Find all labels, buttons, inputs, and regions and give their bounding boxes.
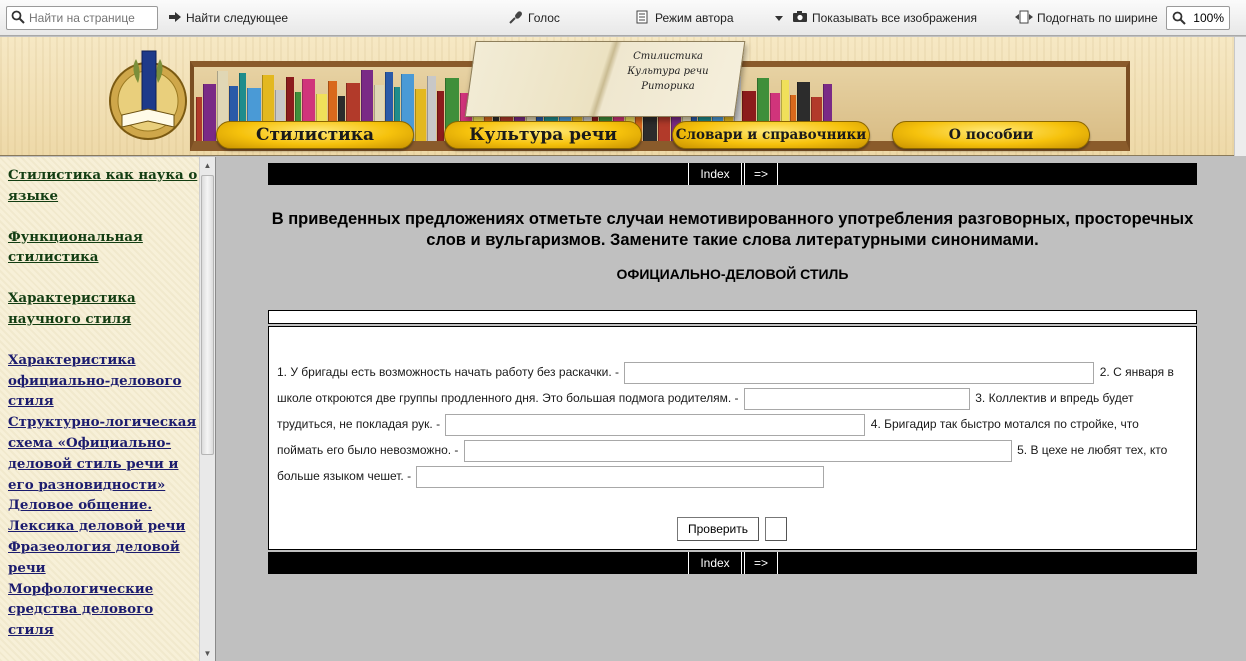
answer-input-2[interactable] [743, 387, 970, 410]
index-link-top[interactable]: Index [688, 163, 742, 185]
arrow-right-icon [168, 11, 182, 26]
scroll-up-arrow-icon[interactable]: ▲ [200, 157, 215, 173]
bottom-navbar: Index => [268, 552, 1197, 574]
book-line-1: Стилистика [633, 51, 703, 62]
nav-stylistics-button[interactable]: Стилистика [216, 121, 414, 149]
book-spine [196, 97, 202, 141]
book-spine [427, 76, 436, 141]
feedback-box [268, 310, 1197, 324]
open-book-caption: Стилистика Культура речи Риторика [608, 49, 728, 94]
exercise-text: 1. У бригады есть возможность начать раб… [277, 359, 1187, 489]
sentence-1: 1. У бригады есть возможность начать раб… [277, 365, 620, 379]
find-next-label: Найти следующее [186, 11, 289, 25]
check-button[interactable]: Проверить [677, 517, 760, 541]
sidebar-item-morphology[interactable]: Морфологические средства делового стиля [8, 579, 198, 641]
show-images-button[interactable]: Показывать все изображения [792, 0, 977, 36]
zoom-icon [1172, 11, 1186, 28]
book-spine [203, 84, 216, 141]
sidebar-item-scientific-style[interactable]: Характеристика научного стиля [8, 288, 198, 330]
nav-about-label: О пособии [948, 127, 1034, 143]
chevron-down-icon [775, 11, 783, 25]
browser-toolbar: Найти следующее Голос Режим автора Показ… [0, 0, 1246, 36]
book-spine [437, 91, 444, 141]
nav-stylistics-label: Стилистика [255, 125, 375, 145]
fit-width-label: Подогнать по ширине [1037, 11, 1158, 25]
answer-input-1[interactable] [624, 361, 1095, 384]
next-link-bottom[interactable]: => [744, 552, 778, 574]
banner-scrollbar[interactable] [1234, 37, 1246, 156]
document-icon [636, 10, 648, 27]
camera-icon [792, 10, 808, 26]
book-line-2: Культура речи [627, 66, 709, 77]
sidebar-item-official-style[interactable]: Характеристика официально-делового стиля [8, 350, 198, 412]
find-on-page-box[interactable] [6, 6, 158, 30]
fit-width-button[interactable]: Подогнать по ширине [1015, 0, 1158, 36]
zoom-control[interactable]: 100% [1166, 6, 1230, 30]
main-content: Index => В приведенных предложениях отме… [217, 157, 1246, 661]
sidebar-item-stylistics-science[interactable]: Стилистика как наука о языке [8, 165, 198, 207]
voice-button[interactable]: Голос [508, 0, 560, 36]
show-images-label: Показывать все изображения [812, 11, 977, 25]
nav-dictionaries-label: Словари и справочники [675, 127, 867, 143]
exercise-heading: В приведенных предложениях отметьте случ… [271, 210, 1194, 249]
nav-speech-culture-button[interactable]: Культура речи [444, 121, 642, 149]
sidebar-item-business-phraseology[interactable]: Фразеология деловой речи [8, 537, 198, 579]
book-line-3: Риторика [641, 81, 695, 92]
style-subheading: ОФИЦИАЛЬНО-ДЕЛОВОЙ СТИЛЬ [616, 266, 849, 282]
sidebar-scrollbar[interactable]: ▲ ▼ [199, 157, 215, 661]
nav-about-button[interactable]: О пособии [892, 121, 1090, 149]
answer-input-3[interactable] [445, 413, 866, 436]
exercise-box: 1. У бригады есть возможность начать раб… [268, 326, 1197, 550]
find-next-button[interactable]: Найти следующее [168, 0, 288, 36]
sidebar-item-business-communication[interactable]: Деловое общение. [8, 495, 198, 516]
secondary-button[interactable] [765, 517, 788, 541]
find-on-page-input[interactable] [25, 11, 145, 25]
top-navbar: Index => [268, 163, 1197, 185]
index-link-bottom[interactable]: Index [688, 552, 742, 574]
button-row: Проверить [677, 517, 788, 541]
nav-dictionaries-button[interactable]: Словари и справочники [672, 121, 870, 149]
scroll-down-arrow-icon[interactable]: ▼ [200, 645, 215, 661]
author-mode-button[interactable]: Режим автора [636, 0, 734, 36]
microphone-icon [508, 10, 524, 27]
sidebar-item-logic-scheme[interactable]: Структурно-логическая схема «Официально-… [8, 412, 198, 495]
voice-label: Голос [528, 11, 560, 25]
answer-input-5[interactable] [416, 465, 825, 488]
sidebar-item-functional-stylistics[interactable]: Функциональная стилистика [8, 227, 198, 269]
nav-speech-culture-label: Культура речи [469, 125, 617, 145]
search-icon [11, 10, 25, 27]
site-banner: Стилистика Культура речи Риторика Стилис… [0, 37, 1234, 156]
sidebar-item-business-lexicon[interactable]: Лексика деловой речи [8, 516, 198, 537]
images-dropdown-arrow[interactable] [775, 0, 783, 36]
answer-input-4[interactable] [463, 439, 1012, 462]
book-spine [415, 89, 426, 141]
zoom-value: 100% [1193, 11, 1224, 25]
site-logo [108, 49, 188, 149]
author-mode-label: Режим автора [655, 11, 734, 25]
sidebar: Стилистика как наука о языке Функциональ… [0, 157, 216, 661]
sidebar-scroll-thumb[interactable] [201, 175, 214, 455]
next-link-top[interactable]: => [744, 163, 778, 185]
fit-width-icon [1015, 10, 1033, 27]
